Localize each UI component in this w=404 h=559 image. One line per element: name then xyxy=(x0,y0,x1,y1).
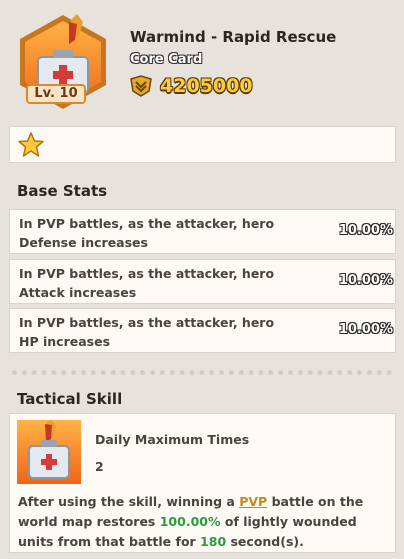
stat-description: In PVP battles, as the attacker, hero De… xyxy=(19,214,279,252)
stat-row: In PVP battles, as the attacker, hero HP… xyxy=(9,308,396,353)
stat-line-2: Defense increases xyxy=(19,235,148,250)
stat-description: In PVP battles, as the attacker, hero At… xyxy=(19,264,279,302)
card-title: Warmind - Rapid Rescue xyxy=(130,28,337,46)
card-type: Core Card xyxy=(130,52,203,67)
stat-line-1: In PVP battles, as the attacker, hero xyxy=(19,216,275,231)
skill-limit-label: Daily Maximum Times xyxy=(95,432,250,447)
skill-desc-text: second(s). xyxy=(226,534,304,549)
skill-desc-text: After using the skill, winning a xyxy=(18,494,240,509)
skill-limit-count: 2 xyxy=(95,459,104,474)
stat-description: In PVP battles, as the attacker, hero HP… xyxy=(19,313,279,351)
stat-line-1: In PVP battles, as the attacker, hero xyxy=(19,315,275,330)
power-row: 4205000 xyxy=(128,73,253,99)
stat-value: 10.00% xyxy=(338,223,393,238)
stat-row: In PVP battles, as the attacker, hero At… xyxy=(9,259,396,304)
section-divider xyxy=(12,370,392,375)
duration-seconds: 180 xyxy=(200,534,227,549)
skill-medkit-icon xyxy=(17,420,81,484)
restore-percent: 100.00% xyxy=(159,514,221,529)
stat-line-1: In PVP battles, as the attacker, hero xyxy=(19,266,275,281)
power-icon xyxy=(130,75,152,97)
stat-value: 10.00% xyxy=(338,322,393,337)
pvp-link[interactable]: PVP xyxy=(239,494,267,509)
level-badge: Lv. 10 xyxy=(26,84,86,104)
card-header: Lv. 10 Warmind - Rapid Rescue Core Card … xyxy=(0,0,404,120)
stat-value: 10.00% xyxy=(338,273,393,288)
base-stats-title: Base Stats xyxy=(17,182,108,200)
skill-description: After using the skill, winning a PVP bat… xyxy=(18,492,390,552)
stat-line-2: Attack increases xyxy=(19,285,137,300)
star-icon xyxy=(18,132,44,157)
tactical-skill-panel: Daily Maximum Times 2 After using the sk… xyxy=(9,413,396,553)
tactical-skill-title: Tactical Skill xyxy=(17,390,123,408)
stat-line-2: HP increases xyxy=(19,334,111,349)
power-value: 4205000 xyxy=(160,75,253,97)
star-rating xyxy=(9,126,396,163)
stat-row: In PVP battles, as the attacker, hero De… xyxy=(9,209,396,254)
